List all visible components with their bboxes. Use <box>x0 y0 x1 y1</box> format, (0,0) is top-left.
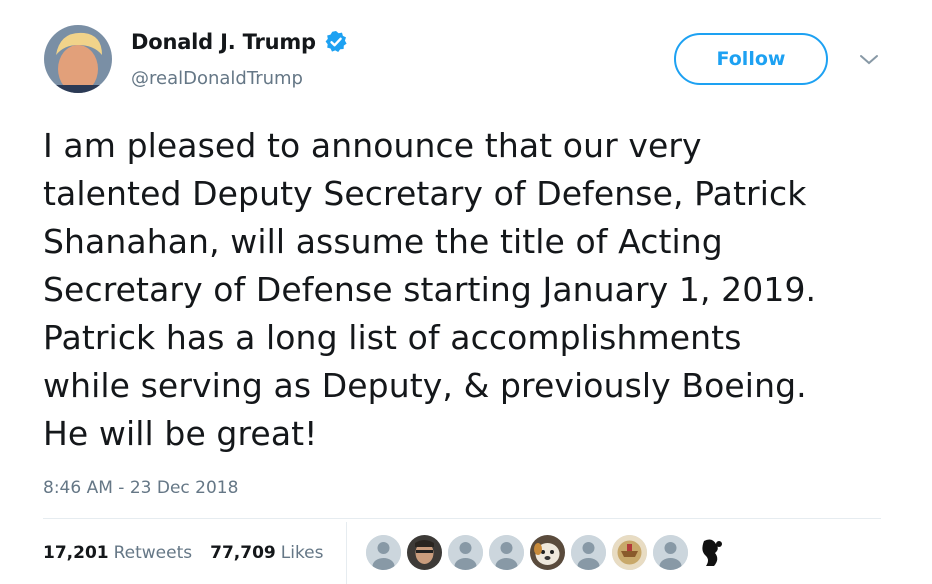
author-avatar[interactable] <box>44 25 112 93</box>
tweet-stats: 17,201 Retweets 77,709 Likes <box>43 543 324 563</box>
avatar-image <box>44 25 112 93</box>
tweet-line: while serving as Deputy, & previously Bo… <box>43 366 807 405</box>
verified-badge-icon <box>324 30 348 54</box>
default-user-avatar[interactable] <box>653 535 688 570</box>
user-avatar-photo[interactable] <box>407 535 442 570</box>
default-user-avatar[interactable] <box>366 535 401 570</box>
chevron-down-icon[interactable] <box>858 52 880 68</box>
likes-count: 77,709 <box>210 543 276 563</box>
author-name[interactable]: Donald J. Trump <box>131 30 348 54</box>
tweet-line: He will be great! <box>43 414 318 453</box>
user-avatar-dog[interactable] <box>530 535 565 570</box>
tweet-line: I am pleased to announce that our very <box>43 126 702 165</box>
retweets-stat[interactable]: 17,201 Retweets <box>43 543 192 563</box>
tweet-line: Shanahan, will assume the title of Actin… <box>43 222 723 261</box>
tweet-line: Patrick has a long list of accomplishmen… <box>43 318 742 357</box>
divider <box>43 518 881 519</box>
stats-divider <box>346 522 347 584</box>
tweet-text: I am pleased to announce that our very t… <box>43 122 903 458</box>
retweets-label: Retweets <box>113 543 193 563</box>
likers-avatars <box>366 535 729 570</box>
likes-label: Likes <box>280 543 324 563</box>
default-user-avatar[interactable] <box>571 535 606 570</box>
user-avatar-emblem[interactable] <box>612 535 647 570</box>
default-user-avatar[interactable] <box>489 535 524 570</box>
follow-button[interactable]: Follow <box>674 33 828 85</box>
author-name-text: Donald J. Trump <box>131 30 316 54</box>
tweet-line: talented Deputy Secretary of Defense, Pa… <box>43 174 807 213</box>
tweet-timestamp[interactable]: 8:46 AM - 23 Dec 2018 <box>43 478 238 498</box>
author-handle[interactable]: @realDonaldTrump <box>131 68 303 89</box>
default-user-avatar[interactable] <box>448 535 483 570</box>
user-avatar-silhouette[interactable] <box>694 535 729 570</box>
likes-stat[interactable]: 77,709 Likes <box>210 543 323 563</box>
tweet-line: Secretary of Defense starting January 1,… <box>43 270 817 309</box>
retweets-count: 17,201 <box>43 543 109 563</box>
